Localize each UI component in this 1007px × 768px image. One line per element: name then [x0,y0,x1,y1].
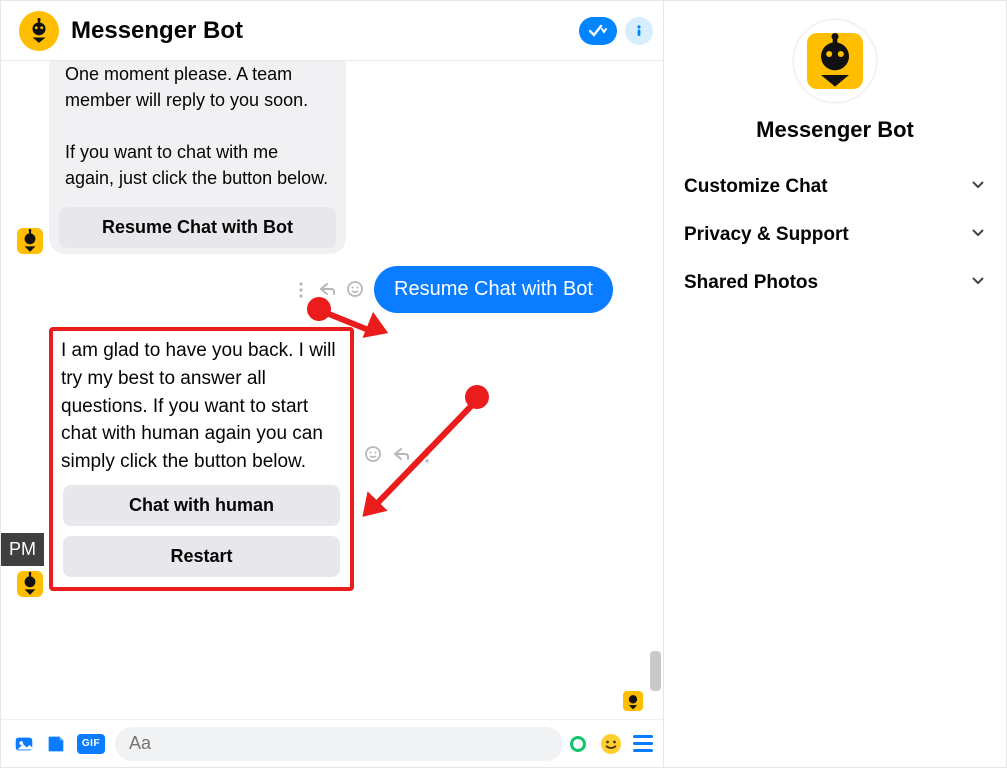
bot-mini-avatar [17,228,43,254]
add-gif-button[interactable]: GIF [77,734,105,754]
composer: GIF [1,719,663,767]
bot-message-text: One moment please. A team member will re… [49,61,346,201]
restart-button[interactable]: Restart [63,536,340,577]
bot-icon [17,571,43,597]
chat-scrollbar[interactable] [648,61,663,719]
conversation-info-pane: Messenger Bot Customize Chat Privacy & S… [664,1,1006,767]
add-sticker-button[interactable] [45,733,67,755]
more-icon[interactable] [420,445,434,465]
chat-title: Messenger Bot [71,17,243,45]
info-avatar[interactable] [793,19,877,103]
section-label: Privacy & Support [684,224,849,246]
chevron-down-icon [970,224,986,246]
section-shared-photos[interactable]: Shared Photos [678,259,992,307]
bot-icon [17,228,43,254]
react-icon[interactable] [346,280,364,298]
seen-indicator-avatar [623,691,643,711]
info-icon [632,24,646,38]
chat-with-human-button[interactable]: Chat with human [63,485,340,526]
section-customize-chat[interactable]: Customize Chat [678,163,992,211]
menu-button[interactable] [633,735,653,752]
chat-pane: Messenger Bot One moment please. A [1,1,664,767]
bot-bubble-highlighted: I am glad to have you back. I will try m… [49,327,354,591]
section-label: Customize Chat [684,176,828,198]
conversation-info-button[interactable] [625,17,653,45]
bot-mini-avatar [17,571,43,597]
reply-icon[interactable] [392,445,410,463]
resume-chat-button[interactable]: Resume Chat with Bot [59,207,336,248]
add-photo-button[interactable] [13,733,35,755]
chat-avatar[interactable] [19,11,59,51]
chevron-down-icon [970,176,986,198]
bot-icon [807,33,863,89]
emoji-button[interactable] [599,732,623,756]
user-bubble: Resume Chat with Bot [374,266,613,313]
check-dropdown-icon [589,24,607,38]
grammarly-icon [567,733,589,755]
hamburger-icon [633,735,653,752]
bot-icon [623,691,643,711]
react-icon[interactable] [364,445,382,463]
reply-icon[interactable] [318,280,336,298]
more-icon[interactable] [294,280,308,300]
bot-message-text: I am glad to have you back. I will try m… [61,337,342,475]
chevron-down-icon [970,272,986,294]
message-actions [294,280,364,300]
chat-header: Messenger Bot [1,1,663,61]
section-label: Shared Photos [684,272,818,294]
section-privacy-support[interactable]: Privacy & Support [678,211,992,259]
bot-message-block: One moment please. A team member will re… [11,61,651,254]
info-title: Messenger Bot [756,117,914,143]
bot-icon [26,18,52,44]
bot-bubble: One moment please. A team member will re… [49,61,346,254]
message-actions [364,445,434,465]
bot-message-block: I am glad to have you back. I will try m… [11,319,651,591]
notification-mute-toggle[interactable] [579,17,617,45]
pm-time-tag: PM [1,533,44,566]
chat-scroll-area[interactable]: One moment please. A team member will re… [1,61,663,719]
message-input[interactable] [115,727,563,761]
user-message-row: Resume Chat with Bot [11,266,613,313]
